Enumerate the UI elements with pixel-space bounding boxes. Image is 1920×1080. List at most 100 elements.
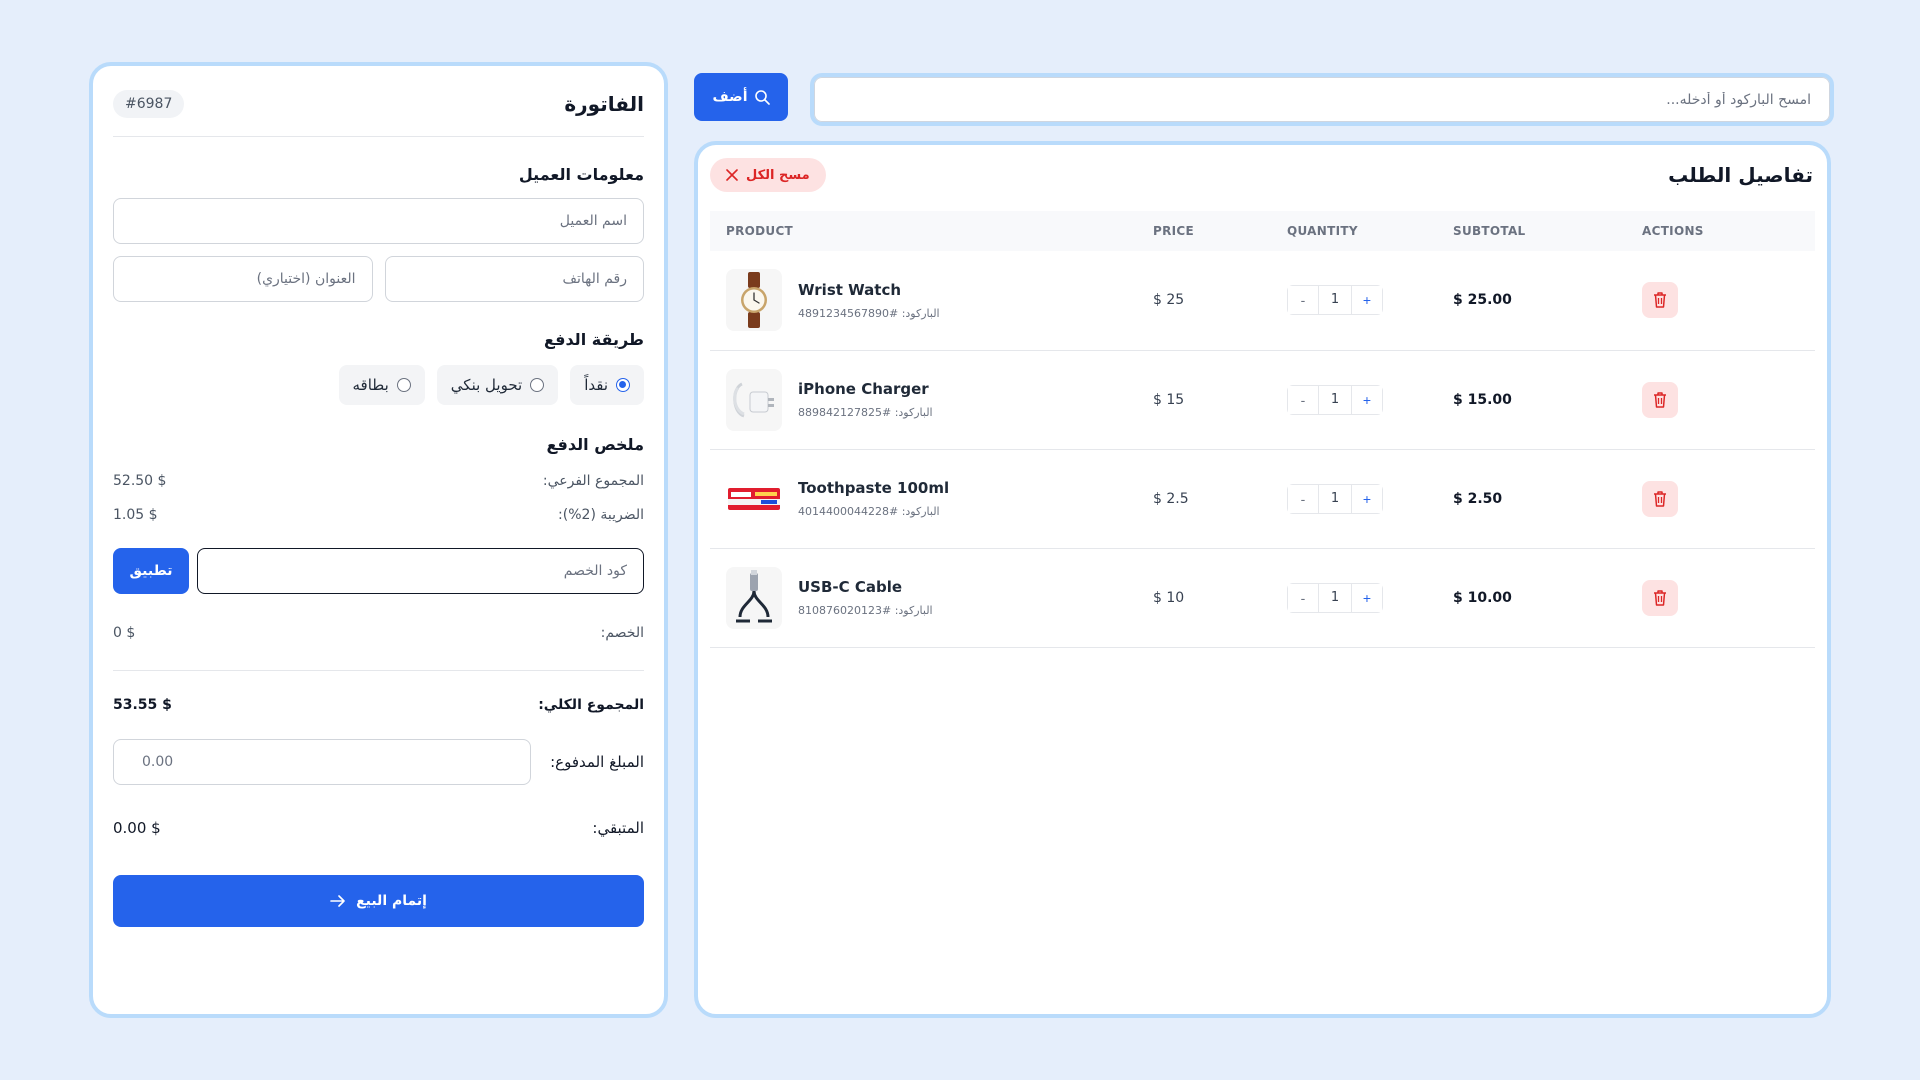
quantity-cell: - 1 + xyxy=(1287,548,1453,648)
product-cell: USB-C Cable الباركود: #810876020123 xyxy=(710,548,1153,648)
quantity-cell: - 1 + xyxy=(1287,251,1453,351)
product-name: Wrist Watch xyxy=(798,280,902,299)
order-header: تفاصيل الطلب مسح الكل xyxy=(710,155,1815,195)
table-row: iPhone Charger الباركود: #889842127825 $… xyxy=(710,350,1815,450)
phone-input[interactable] xyxy=(384,256,644,302)
radio-icon[interactable] xyxy=(530,378,545,392)
payment-option-cash[interactable]: نقداً xyxy=(570,365,644,405)
tax-row: الضريبة (2%): 1.05 $ xyxy=(113,498,644,532)
delete-item-button[interactable] xyxy=(1642,579,1678,616)
add-button-label: أضف xyxy=(712,89,748,105)
quantity-value: 1 xyxy=(1318,484,1352,513)
payment-section-title: طريقة الدفع xyxy=(544,330,644,349)
clear-all-button[interactable]: مسح الكل xyxy=(710,158,826,192)
product-barcode: الباركود: #810876020123 xyxy=(798,604,933,617)
invoice-title: الفاتورة xyxy=(564,92,644,116)
quantity-stepper: - 1 + xyxy=(1287,285,1383,316)
charger-image xyxy=(726,368,782,431)
decrease-qty-button[interactable]: - xyxy=(1288,286,1318,315)
delete-item-button[interactable] xyxy=(1642,381,1678,418)
arrow-right-icon xyxy=(330,895,345,907)
payment-option-card[interactable]: بطاقه xyxy=(338,365,425,405)
complete-sale-button[interactable]: إتمام البيع xyxy=(113,875,644,927)
table-row: USB-C Cable الباركود: #810876020123 $ 10… xyxy=(710,548,1815,648)
price-cell: $ 2.5 xyxy=(1153,449,1287,549)
decrease-qty-button[interactable]: - xyxy=(1288,385,1318,414)
contact-row xyxy=(113,256,644,302)
product-cell: iPhone Charger الباركود: #889842127825 xyxy=(710,350,1153,450)
quantity-value: 1 xyxy=(1318,385,1352,414)
search-icon xyxy=(754,90,770,105)
product-text: iPhone Charger الباركود: #889842127825 xyxy=(798,380,933,419)
paid-amount-input[interactable] xyxy=(113,739,531,785)
customer-name-input[interactable] xyxy=(113,198,644,244)
invoice-header: الفاتورة #6987 xyxy=(113,84,644,124)
actions-cell xyxy=(1642,350,1815,450)
product-barcode: الباركود: #4891234567890 xyxy=(798,306,940,320)
paid-amount-label: المبلغ المدفوع: xyxy=(550,753,644,771)
summary-section-title: ملخص الدفع xyxy=(546,435,644,454)
decrease-qty-button[interactable]: - xyxy=(1288,583,1318,612)
subtotal-label: المجموع الفرعي: xyxy=(542,473,644,489)
col-actions: ACTIONS xyxy=(1642,224,1704,238)
discount-row: الخصم: 0 $ xyxy=(113,616,644,650)
radio-selected-icon[interactable] xyxy=(616,378,630,392)
product-name: Toothpaste 100ml xyxy=(798,479,950,497)
total-label: المجموع الكلي: xyxy=(538,697,644,713)
col-price: PRICE xyxy=(1153,224,1195,238)
order-title: تفاصيل الطلب xyxy=(1668,163,1813,187)
payment-option-bank-transfer[interactable]: تحويل بنكي xyxy=(436,365,559,405)
invoice-panel: الفاتورة #6987 معلومات العميل طريقة الدف… xyxy=(89,62,668,1018)
quantity-cell: - 1 + xyxy=(1287,449,1453,549)
add-button[interactable]: أضف xyxy=(694,73,788,121)
decrease-qty-button[interactable]: - xyxy=(1288,484,1318,513)
usb-cable-image xyxy=(726,566,782,629)
divider xyxy=(113,136,644,137)
actions-cell xyxy=(1642,548,1815,648)
payment-option-label: بطاقه xyxy=(352,376,389,394)
remaining-label: المتبقي: xyxy=(592,819,644,837)
barcode-search-input[interactable] xyxy=(814,77,1830,122)
subtotal-value: 52.50 $ xyxy=(113,473,167,489)
subtotal-cell: $ 15.00 xyxy=(1453,350,1642,450)
delete-item-button[interactable] xyxy=(1642,480,1678,517)
radio-icon[interactable] xyxy=(396,378,411,392)
product-cell: Toothpaste 100ml الباركود: #401440004422… xyxy=(710,449,1153,549)
paid-amount-row: المبلغ المدفوع: xyxy=(113,739,644,785)
customer-section-title: معلومات العميل xyxy=(518,165,644,184)
apply-discount-button[interactable]: تطبيق xyxy=(113,548,189,594)
discount-label: الخصم: xyxy=(600,625,644,641)
clear-all-label: مسح الكل xyxy=(746,167,810,183)
toothpaste-image xyxy=(726,467,782,530)
delete-item-button[interactable] xyxy=(1642,282,1678,319)
payment-option-label: تحويل بنكي xyxy=(450,376,523,394)
product-name: iPhone Charger xyxy=(798,380,929,398)
quantity-value: 1 xyxy=(1318,583,1352,612)
increase-qty-button[interactable]: + xyxy=(1352,286,1382,315)
discount-code-input[interactable] xyxy=(197,548,644,594)
product-info: iPhone Charger الباركود: #889842127825 xyxy=(726,368,1153,431)
discount-value: 0 $ xyxy=(113,625,136,641)
trash-icon xyxy=(1654,490,1666,507)
price-cell: $ 10 xyxy=(1153,548,1287,648)
close-icon xyxy=(726,169,738,181)
increase-qty-button[interactable]: + xyxy=(1352,583,1382,612)
trash-icon xyxy=(1654,292,1666,308)
col-subtotal: SUBTOTAL xyxy=(1453,224,1526,238)
address-input[interactable] xyxy=(113,256,373,302)
product-info: Toothpaste 100ml الباركود: #401440004422… xyxy=(726,467,1153,530)
col-product: PRODUCT xyxy=(726,224,794,238)
product-text: USB-C Cable الباركود: #810876020123 xyxy=(798,578,933,617)
increase-qty-button[interactable]: + xyxy=(1352,385,1382,414)
quantity-stepper: - 1 + xyxy=(1287,384,1383,415)
price-cell: $ 15 xyxy=(1153,350,1287,450)
quantity-value: 1 xyxy=(1318,286,1352,315)
quantity-stepper: - 1 + xyxy=(1287,483,1383,514)
barcode-search-bar xyxy=(810,73,1834,126)
increase-qty-button[interactable]: + xyxy=(1352,484,1382,513)
table-row: Wrist Watch الباركود: #4891234567890 $ 2… xyxy=(710,251,1815,351)
remaining-row: المتبقي: 0.00 $ xyxy=(113,819,644,837)
subtotal-cell: $ 10.00 xyxy=(1453,548,1642,648)
discount-code-row: تطبيق xyxy=(113,548,644,594)
subtotal-cell: $ 2.50 xyxy=(1453,449,1642,549)
